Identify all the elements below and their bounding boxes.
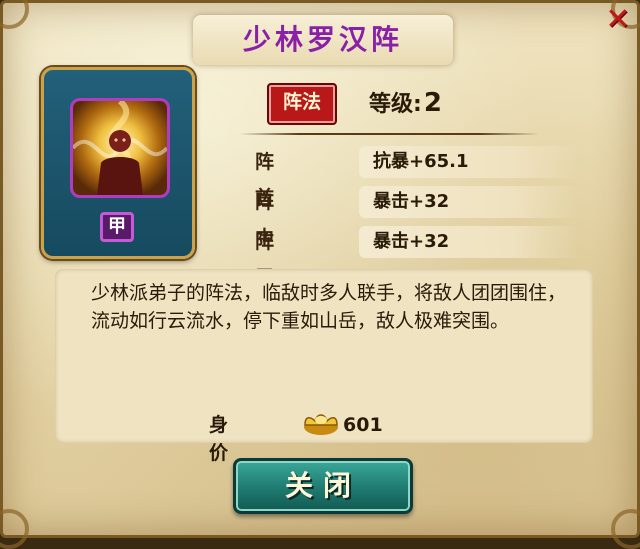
price-label: 身价 xyxy=(209,414,259,464)
position-label: 阵中 xyxy=(255,191,305,249)
grade-badge: 甲 xyxy=(100,212,134,242)
position-row-middle: 阵中 暴击+32 xyxy=(239,184,579,249)
divider xyxy=(239,133,539,135)
position-label: 阵尾 xyxy=(255,231,305,289)
close-button-label: 关闭 xyxy=(284,469,361,502)
position-row-tail: 阵尾 暴击+32 xyxy=(239,224,579,289)
position-value: 暴击+32 xyxy=(373,191,450,212)
corner-ornament xyxy=(0,0,29,29)
corner-ornament xyxy=(611,509,640,549)
description-text: 少林派弟子的阵法，临敌时多人联手，将敌人团团围住，流动如行云流水，停下重如山岳，… xyxy=(91,282,567,332)
level-text: 等级: xyxy=(369,92,422,117)
corner-ornament xyxy=(0,509,29,549)
level-value: 2 xyxy=(423,88,442,118)
position-value: 暴击+32 xyxy=(373,231,450,252)
monk-figure-icon xyxy=(73,101,167,195)
level-label: 等级:2 xyxy=(369,85,442,121)
price-value: 601 xyxy=(343,414,383,436)
formation-portrait xyxy=(70,98,170,198)
dialog-title: 少林罗汉阵 xyxy=(242,23,403,56)
position-value-box: 暴击+32 xyxy=(359,226,579,258)
position-value-box: 抗暴+65.1 xyxy=(359,146,579,178)
position-value: 抗暴+65.1 xyxy=(373,151,469,172)
portrait-frame: 甲 xyxy=(41,67,195,259)
position-row-head: 阵首 抗暴+65.1 xyxy=(239,144,579,209)
formation-dialog: ✕ 少林罗汉阵 甲 阵法 等级:2 阵首 抗暴+65.1 阵中 暴击+32 阵 … xyxy=(0,0,640,549)
formation-type-badge: 阵法 xyxy=(267,83,337,125)
close-x-icon[interactable]: ✕ xyxy=(603,5,633,35)
close-button[interactable]: 关闭 xyxy=(233,458,413,514)
position-label: 阵首 xyxy=(255,151,305,209)
position-value-box: 暴击+32 xyxy=(359,186,579,218)
gold-ingot-icon xyxy=(304,414,338,435)
title-bar: 少林罗汉阵 xyxy=(193,15,453,65)
